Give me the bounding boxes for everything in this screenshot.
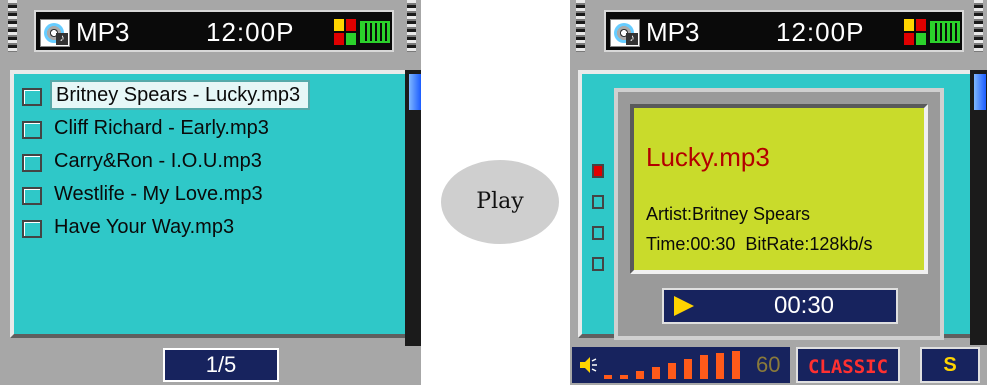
track-title: Cliff Richard - Early.mp3 bbox=[54, 117, 269, 139]
play-transition-label: Play bbox=[441, 160, 559, 244]
now-playing-dialog: Lucky.mp3 Artist:Britney Spears Time:00:… bbox=[614, 88, 944, 340]
track-checkbox[interactable] bbox=[22, 88, 42, 106]
track-checkbox[interactable] bbox=[22, 220, 42, 238]
app-title: MP3 bbox=[646, 17, 700, 47]
track-item[interactable]: Cliff Richard - Early.mp3 bbox=[18, 113, 398, 143]
playback-bar[interactable]: 00:30 bbox=[662, 288, 898, 324]
scroll-thumb[interactable] bbox=[974, 74, 986, 110]
status-header: ♪ MP3 12:00P bbox=[604, 10, 964, 52]
speaker-icon bbox=[580, 357, 597, 373]
eq-mode-button[interactable]: CLASSIC bbox=[796, 347, 900, 383]
cd-music-icon: ♪ bbox=[610, 19, 640, 47]
bevel-strip bbox=[974, 0, 983, 52]
grid-status-icon bbox=[334, 19, 356, 45]
track-item[interactable]: Westlife - My Love.mp3 bbox=[18, 179, 398, 209]
clock: 12:00P bbox=[776, 17, 865, 47]
battery-icon bbox=[360, 21, 390, 43]
bevel-strip bbox=[407, 0, 416, 52]
srs-button[interactable]: S bbox=[920, 347, 980, 383]
track-list-panel: Britney Spears - Lucky.mp3 Cliff Richard … bbox=[10, 70, 410, 338]
play-icon[interactable] bbox=[674, 296, 694, 316]
track-list-screen: ♪ MP3 12:00P Britney Spears - Lucky.mp3 C… bbox=[0, 0, 421, 385]
track-title: Westlife - My Love.mp3 bbox=[54, 183, 263, 205]
battery-icon bbox=[930, 21, 960, 43]
track-item[interactable]: Have Your Way.mp3 bbox=[18, 212, 398, 242]
track-item[interactable]: Britney Spears - Lucky.mp3 bbox=[18, 80, 398, 110]
control-bar: 60 CLASSIC S bbox=[570, 345, 987, 385]
bevel-strip bbox=[8, 0, 17, 52]
volume-control[interactable]: 60 bbox=[572, 347, 790, 383]
artist-line: Artist:Britney Spears bbox=[646, 204, 811, 224]
now-playing-screen: ♪ MP3 12:00P Lucky.mp3 Artist:Britney Sp… bbox=[570, 0, 987, 385]
grid-status-icon bbox=[904, 19, 926, 45]
clock: 12:00P bbox=[206, 17, 295, 47]
elapsed-time: 00:30 bbox=[773, 292, 835, 319]
page-indicator: 1/5 bbox=[163, 348, 279, 382]
now-playing-title: Lucky.mp3 bbox=[646, 142, 770, 172]
track-checkbox[interactable] bbox=[22, 154, 42, 172]
track-checkbox[interactable] bbox=[22, 187, 42, 205]
volume-value: 60 bbox=[756, 352, 781, 377]
track-checkbox[interactable] bbox=[22, 121, 42, 139]
track-title: Britney Spears - Lucky.mp3 bbox=[50, 80, 311, 110]
cd-music-icon: ♪ bbox=[40, 19, 70, 47]
track-list: Britney Spears - Lucky.mp3 Cliff Richard … bbox=[18, 80, 398, 245]
track-info-box: Lucky.mp3 Artist:Britney Spears Time:00:… bbox=[630, 104, 928, 274]
time-bitrate-line: Time:00:30 BitRate:128kb/s bbox=[646, 234, 873, 254]
status-header: ♪ MP3 12:00P bbox=[34, 10, 394, 52]
track-title: Have Your Way.mp3 bbox=[54, 216, 235, 238]
track-item[interactable]: Carry&Ron - I.O.U.mp3 bbox=[18, 146, 398, 176]
scrollbar[interactable] bbox=[970, 70, 987, 346]
scroll-thumb[interactable] bbox=[409, 74, 421, 110]
app-title: MP3 bbox=[76, 17, 130, 47]
track-title: Carry&Ron - I.O.U.mp3 bbox=[54, 150, 262, 172]
scrollbar[interactable] bbox=[405, 70, 421, 346]
checkbox-column bbox=[592, 164, 606, 284]
bevel-strip bbox=[576, 0, 585, 52]
